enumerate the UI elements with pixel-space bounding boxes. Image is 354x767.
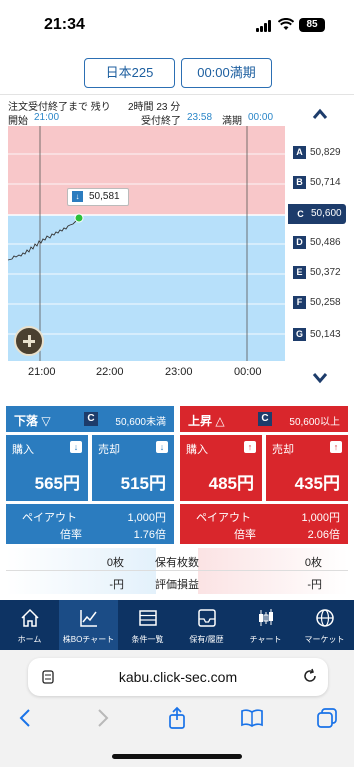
tab-holdings-history[interactable]: 保有/履歴 [177,600,236,650]
status-time: 21:34 [44,16,85,33]
price-chart[interactable]: ↓ 50,581 [0,126,354,386]
down-buy-price: 565円 [34,474,80,493]
list-icon [139,610,157,626]
down-pnl: -円 [109,579,124,591]
tray-icon [198,609,216,627]
zoom-plus-button[interactable] [14,326,44,356]
bottom-tab-bar: ホーム 株BOチャート 条件一覧 保有/履歴 チャート マーケット [0,600,354,650]
home-indicator [112,754,242,759]
below-zone [8,215,285,361]
level-a[interactable]: A 50,829 [293,146,341,162]
current-price-dot [74,213,84,223]
down-sell-price: 515円 [120,474,166,493]
level-f[interactable]: F 50,258 [293,296,341,312]
close-time: 23:58 [187,112,213,123]
battery-icon: 85 [299,18,325,32]
up-sell-button[interactable]: 売却 ↑ 435円 [266,435,348,501]
down-panel-header: 下落 ▽ C 50,600未満 [6,406,174,432]
down-arrow-icon: ↓ [70,441,82,453]
up-holding-count: 0枚 [304,557,322,569]
level-b[interactable]: B 50,714 [293,176,341,192]
down-arrow-icon: ↓ [72,191,83,202]
expiry-select[interactable]: 00:00満期 [181,58,272,88]
x-tick: 00:00 [234,366,262,378]
down-sell-button[interactable]: 売却 ↓ 515円 [92,435,174,501]
forward-icon[interactable] [90,706,114,730]
back-icon[interactable] [14,706,38,730]
x-tick: 22:00 [96,366,124,378]
address-bar[interactable]: kabu.click-sec.com [28,658,328,696]
down-payout-value: 1,000円 [127,512,166,524]
expiry-label: 満期 [222,116,242,127]
up-payout-box: ペイアウト 1,000円 倍率 2.06倍 [180,504,348,544]
down-panel: 下落 ▽ C 50,600未満 購入 ↓ 565円 売却 ↓ 515円 ペイアウ… [6,406,174,544]
level-d[interactable]: D 50,486 [293,236,341,252]
level-e[interactable]: E 50,372 [293,266,341,282]
level-down-arrow-icon[interactable] [303,366,337,390]
holdings-summary: 0枚 保有枚数 0枚 -円 評価損益 -円 [0,548,354,594]
down-arrow-icon: ↓ [156,441,168,453]
status-bar: 21:34 85 [0,0,354,50]
signal-icon [256,20,272,32]
down-level-tag: C [84,412,98,426]
up-arrow-icon: ↑ [244,441,256,453]
down-payout-box: ペイアウト 1,000円 倍率 1.76倍 [6,504,174,544]
tab-chart[interactable]: チャート [236,600,295,650]
above-zone [8,126,285,215]
reload-icon[interactable] [302,668,318,684]
tabs-icon[interactable] [315,706,339,730]
share-icon[interactable] [165,706,189,730]
down-condition: 50,600未満 [115,417,166,428]
level-c[interactable]: C 50,600 [288,204,346,224]
up-buy-price: 485円 [208,474,254,493]
x-tick: 23:00 [165,366,193,378]
tab-market[interactable]: マーケット [295,600,354,650]
level-up-arrow-icon[interactable] [303,102,337,126]
holding-count-label: 保有枚数 [155,557,199,569]
up-panel: 上昇 △ C 50,600以上 購入 ↑ 485円 売却 ↑ 435円 ペイアウ… [180,406,348,544]
start-label: 開始 [8,116,28,127]
up-pnl: -円 [307,579,322,591]
up-buy-button[interactable]: 購入 ↑ 485円 [180,435,262,501]
up-payout-value: 1,000円 [301,512,340,524]
up-direction: 上昇 △ [188,414,225,428]
level-g[interactable]: G 50,143 [293,328,341,344]
down-direction: 下落 ▽ [14,414,51,428]
session-info: 注文受付終了まで 残り 2時間 23 分 開始 21:00 受付終了 23:58… [0,96,354,127]
up-arrow-icon: ↑ [330,441,342,453]
down-buy-button[interactable]: 購入 ↓ 565円 [6,435,88,501]
up-sell-price: 435円 [294,474,340,493]
tab-bo-chart[interactable]: 株BOチャート [59,600,118,650]
pnl-label: 評価損益 [155,579,199,591]
line-chart-icon [80,610,97,627]
start-time: 21:00 [34,112,60,123]
current-price-tooltip: ↓ 50,581 [67,188,129,206]
up-level-tag: C [258,412,272,426]
globe-icon [316,609,334,627]
up-condition: 50,600以上 [289,417,340,428]
chart-canvas [0,126,354,386]
url-text: kabu.click-sec.com [118,669,238,685]
remaining-value: 2時間 23 分 [128,102,181,113]
tab-conditions[interactable]: 条件一覧 [118,600,177,650]
x-tick: 21:00 [28,366,56,378]
selector-bar: 日本225 00:00満期 [0,50,354,95]
browser-toolbar: kabu.click-sec.com [0,650,354,767]
bookmarks-icon[interactable] [240,706,264,730]
home-icon [21,608,39,627]
up-panel-header: 上昇 △ C 50,600以上 [180,406,348,432]
tab-home[interactable]: ホーム [0,600,59,650]
close-label: 受付終了 [141,116,181,127]
up-rate-value: 2.06倍 [307,529,340,541]
remaining-label: 注文受付終了まで 残り [8,102,111,113]
expiry-time: 00:00 [248,112,274,123]
candlestick-icon [259,609,273,626]
wifi-icon [278,18,294,30]
current-price-value: 50,581 [89,191,120,202]
down-rate-value: 1.76倍 [133,529,166,541]
instrument-select[interactable]: 日本225 [84,58,175,88]
down-holding-count: 0枚 [106,557,124,569]
